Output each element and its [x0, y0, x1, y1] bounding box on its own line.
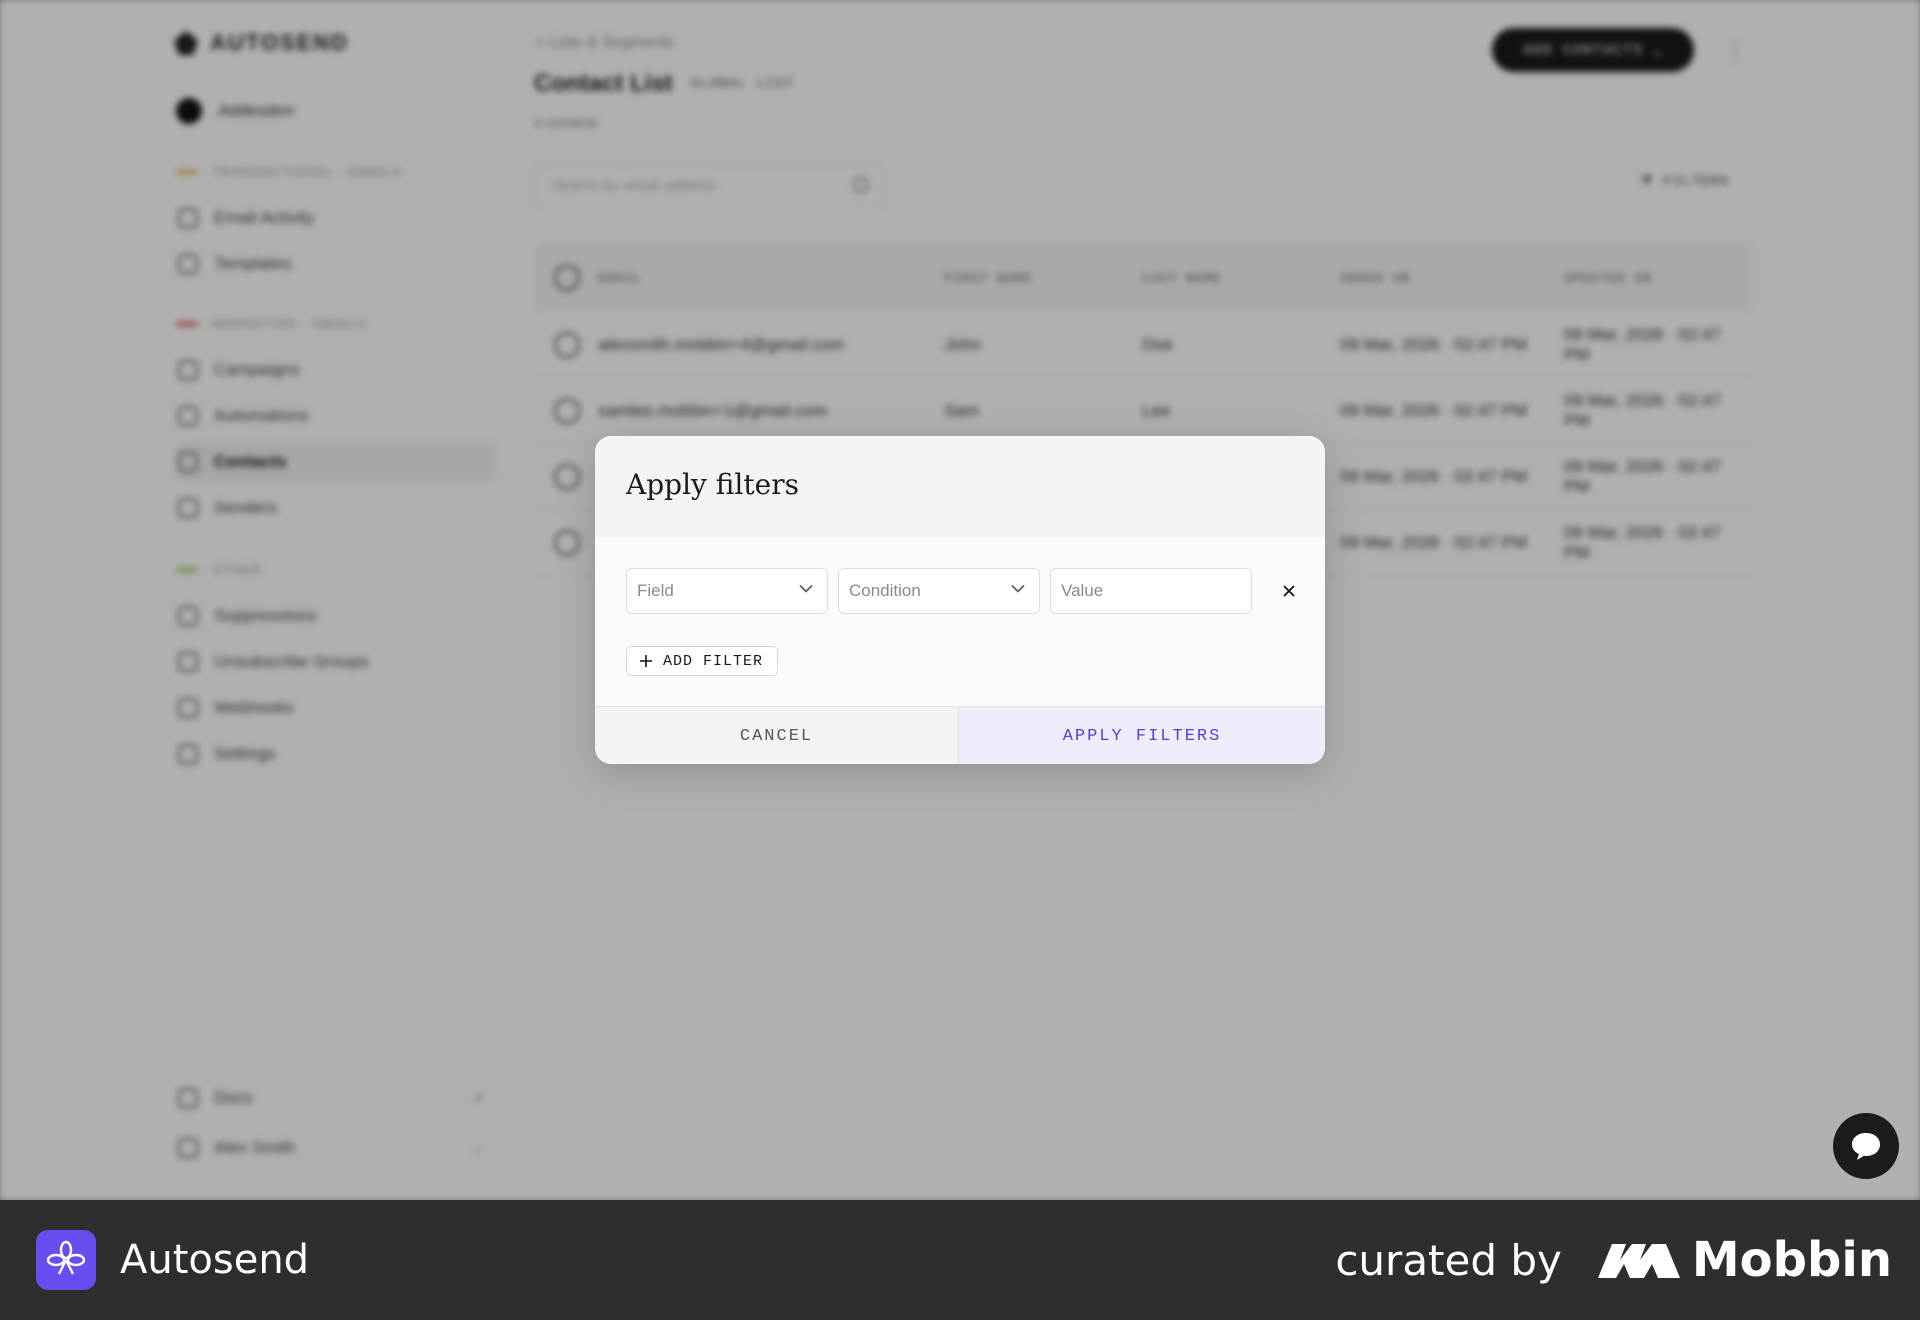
curated-by-text: curated by: [1335, 1235, 1562, 1285]
app-icon: [36, 1230, 96, 1290]
value-placeholder: Value: [1061, 581, 1104, 600]
dialog-title: Apply filters: [626, 468, 799, 501]
field-select[interactable]: Field: [626, 568, 828, 614]
chat-icon: [1852, 1133, 1880, 1160]
mobbin-mark-icon: [1597, 1244, 1680, 1278]
chat-button[interactable]: [1833, 1113, 1899, 1179]
app-branding: Autosend: [36, 1230, 309, 1290]
mobbin-logo: Mobbin: [1597, 1232, 1892, 1288]
filter-row: Field Condition Value: [626, 568, 1304, 614]
apply-filters-button[interactable]: APPLY FILTERS: [959, 707, 1325, 764]
apply-filters-dialog: Apply filters Field Condition Value ADD …: [595, 436, 1325, 764]
remove-filter-button[interactable]: [1274, 576, 1304, 606]
close-icon: [1283, 585, 1295, 597]
chevron-down-icon: [799, 584, 813, 593]
cancel-button[interactable]: CANCEL: [595, 707, 959, 764]
value-input[interactable]: Value: [1050, 568, 1252, 614]
dialog-footer: CANCEL APPLY FILTERS: [595, 706, 1325, 764]
curator-branding: curated by Mobbin: [1335, 1232, 1892, 1288]
brand-bar: Autosend curated by Mobbin: [0, 1200, 1920, 1320]
mobbin-wordmark: Mobbin: [1691, 1232, 1892, 1288]
dialog-header: Apply filters: [595, 436, 1325, 538]
app-name: Autosend: [120, 1237, 310, 1283]
plus-icon: [640, 655, 652, 667]
add-filter-button[interactable]: ADD FILTER: [626, 646, 779, 676]
field-placeholder: Field: [637, 581, 674, 600]
condition-placeholder: Condition: [849, 581, 921, 600]
condition-select[interactable]: Condition: [838, 568, 1040, 614]
add-filter-label: ADD FILTER: [663, 652, 764, 670]
chevron-down-icon: [1011, 584, 1025, 593]
autosend-logo-icon: [46, 1240, 86, 1275]
